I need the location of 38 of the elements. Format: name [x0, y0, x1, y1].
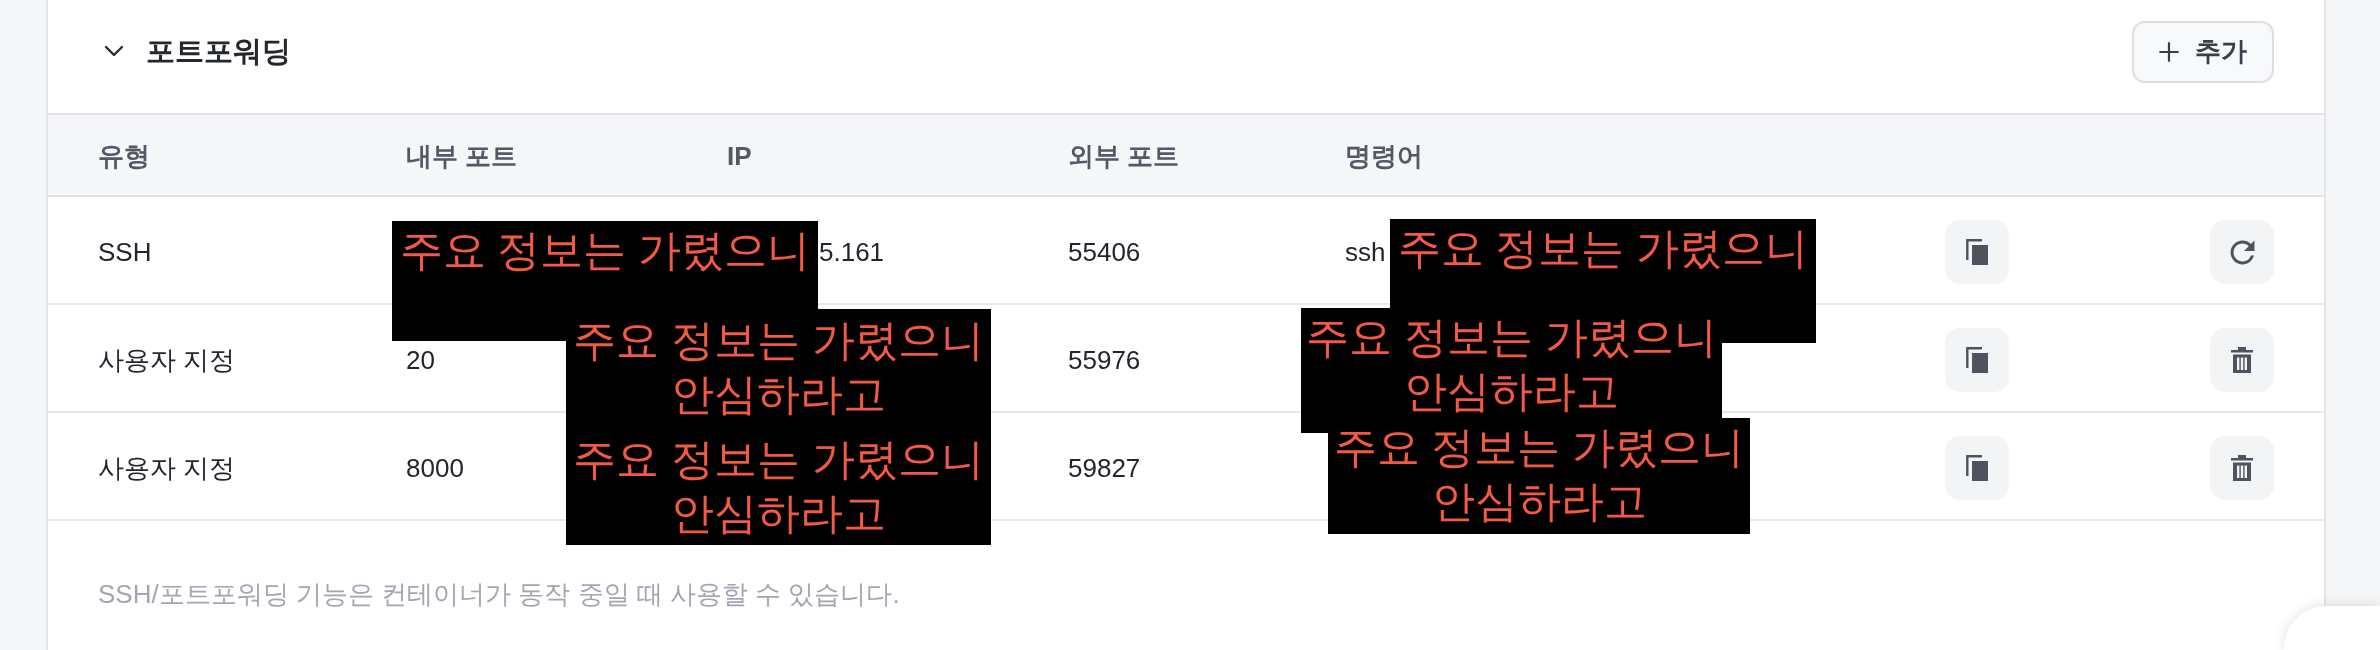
copy-button[interactable]: [1945, 220, 2009, 284]
copy-icon: [1966, 239, 1988, 265]
table-cell: ssh: [1345, 237, 1386, 267]
chevron-down-icon[interactable]: [104, 45, 124, 58]
copy-button[interactable]: [1945, 328, 2009, 392]
redaction-text: 주요 정보는 가렸으니 안심하라고: [1306, 312, 1717, 417]
info-note: SSH/포트포워딩 기능은 컨테이너가 동작 중일 때 사용할 수 있습니다.: [98, 579, 900, 609]
redaction-text: 주요 정보는 가렸으니 안심하라고: [573, 434, 984, 539]
copy-icon: [1966, 455, 1988, 481]
table-cell: 59827: [1068, 453, 1141, 483]
add-button[interactable]: 추가: [2132, 20, 2274, 83]
column-header: 외부 포트: [1068, 141, 1180, 171]
redaction-text: 주요 정보는 가렸으니: [399, 225, 811, 276]
trash-icon: [2231, 347, 2253, 373]
table-cell: 8000: [406, 453, 464, 483]
delete-button[interactable]: [2210, 328, 2274, 392]
redaction-text: 주요 정보는 가렸으니 안심하라고: [1333, 422, 1745, 527]
plus-icon: [2159, 41, 2179, 62]
table-cell: SSH: [98, 237, 152, 267]
column-header: 명령어: [1345, 141, 1423, 171]
column-header: IP: [727, 141, 752, 171]
table-cell: 55976: [1068, 345, 1141, 375]
table-cell: 사용자 지정: [98, 345, 236, 375]
delete-button[interactable]: [2210, 436, 2274, 500]
refresh-icon: [2229, 239, 2255, 265]
redaction-text: 주요 정보는 가렸으니 안심하라고: [573, 315, 984, 420]
column-header: 유형: [98, 141, 150, 171]
table-cell: 5.161: [819, 237, 885, 267]
copy-button[interactable]: [1945, 436, 2009, 500]
redaction-text: 주요 정보는 가렸으니: [1397, 223, 1809, 274]
section-title: 포트포워딩: [146, 33, 291, 69]
copy-icon: [1966, 347, 1988, 373]
table-cell: 사용자 지정: [98, 453, 236, 483]
column-header: 내부 포트: [406, 141, 518, 171]
table-cell: 55406: [1068, 237, 1141, 267]
refresh-button[interactable]: [2210, 220, 2274, 284]
table-cell: 20: [406, 345, 435, 375]
trash-icon: [2231, 455, 2253, 481]
